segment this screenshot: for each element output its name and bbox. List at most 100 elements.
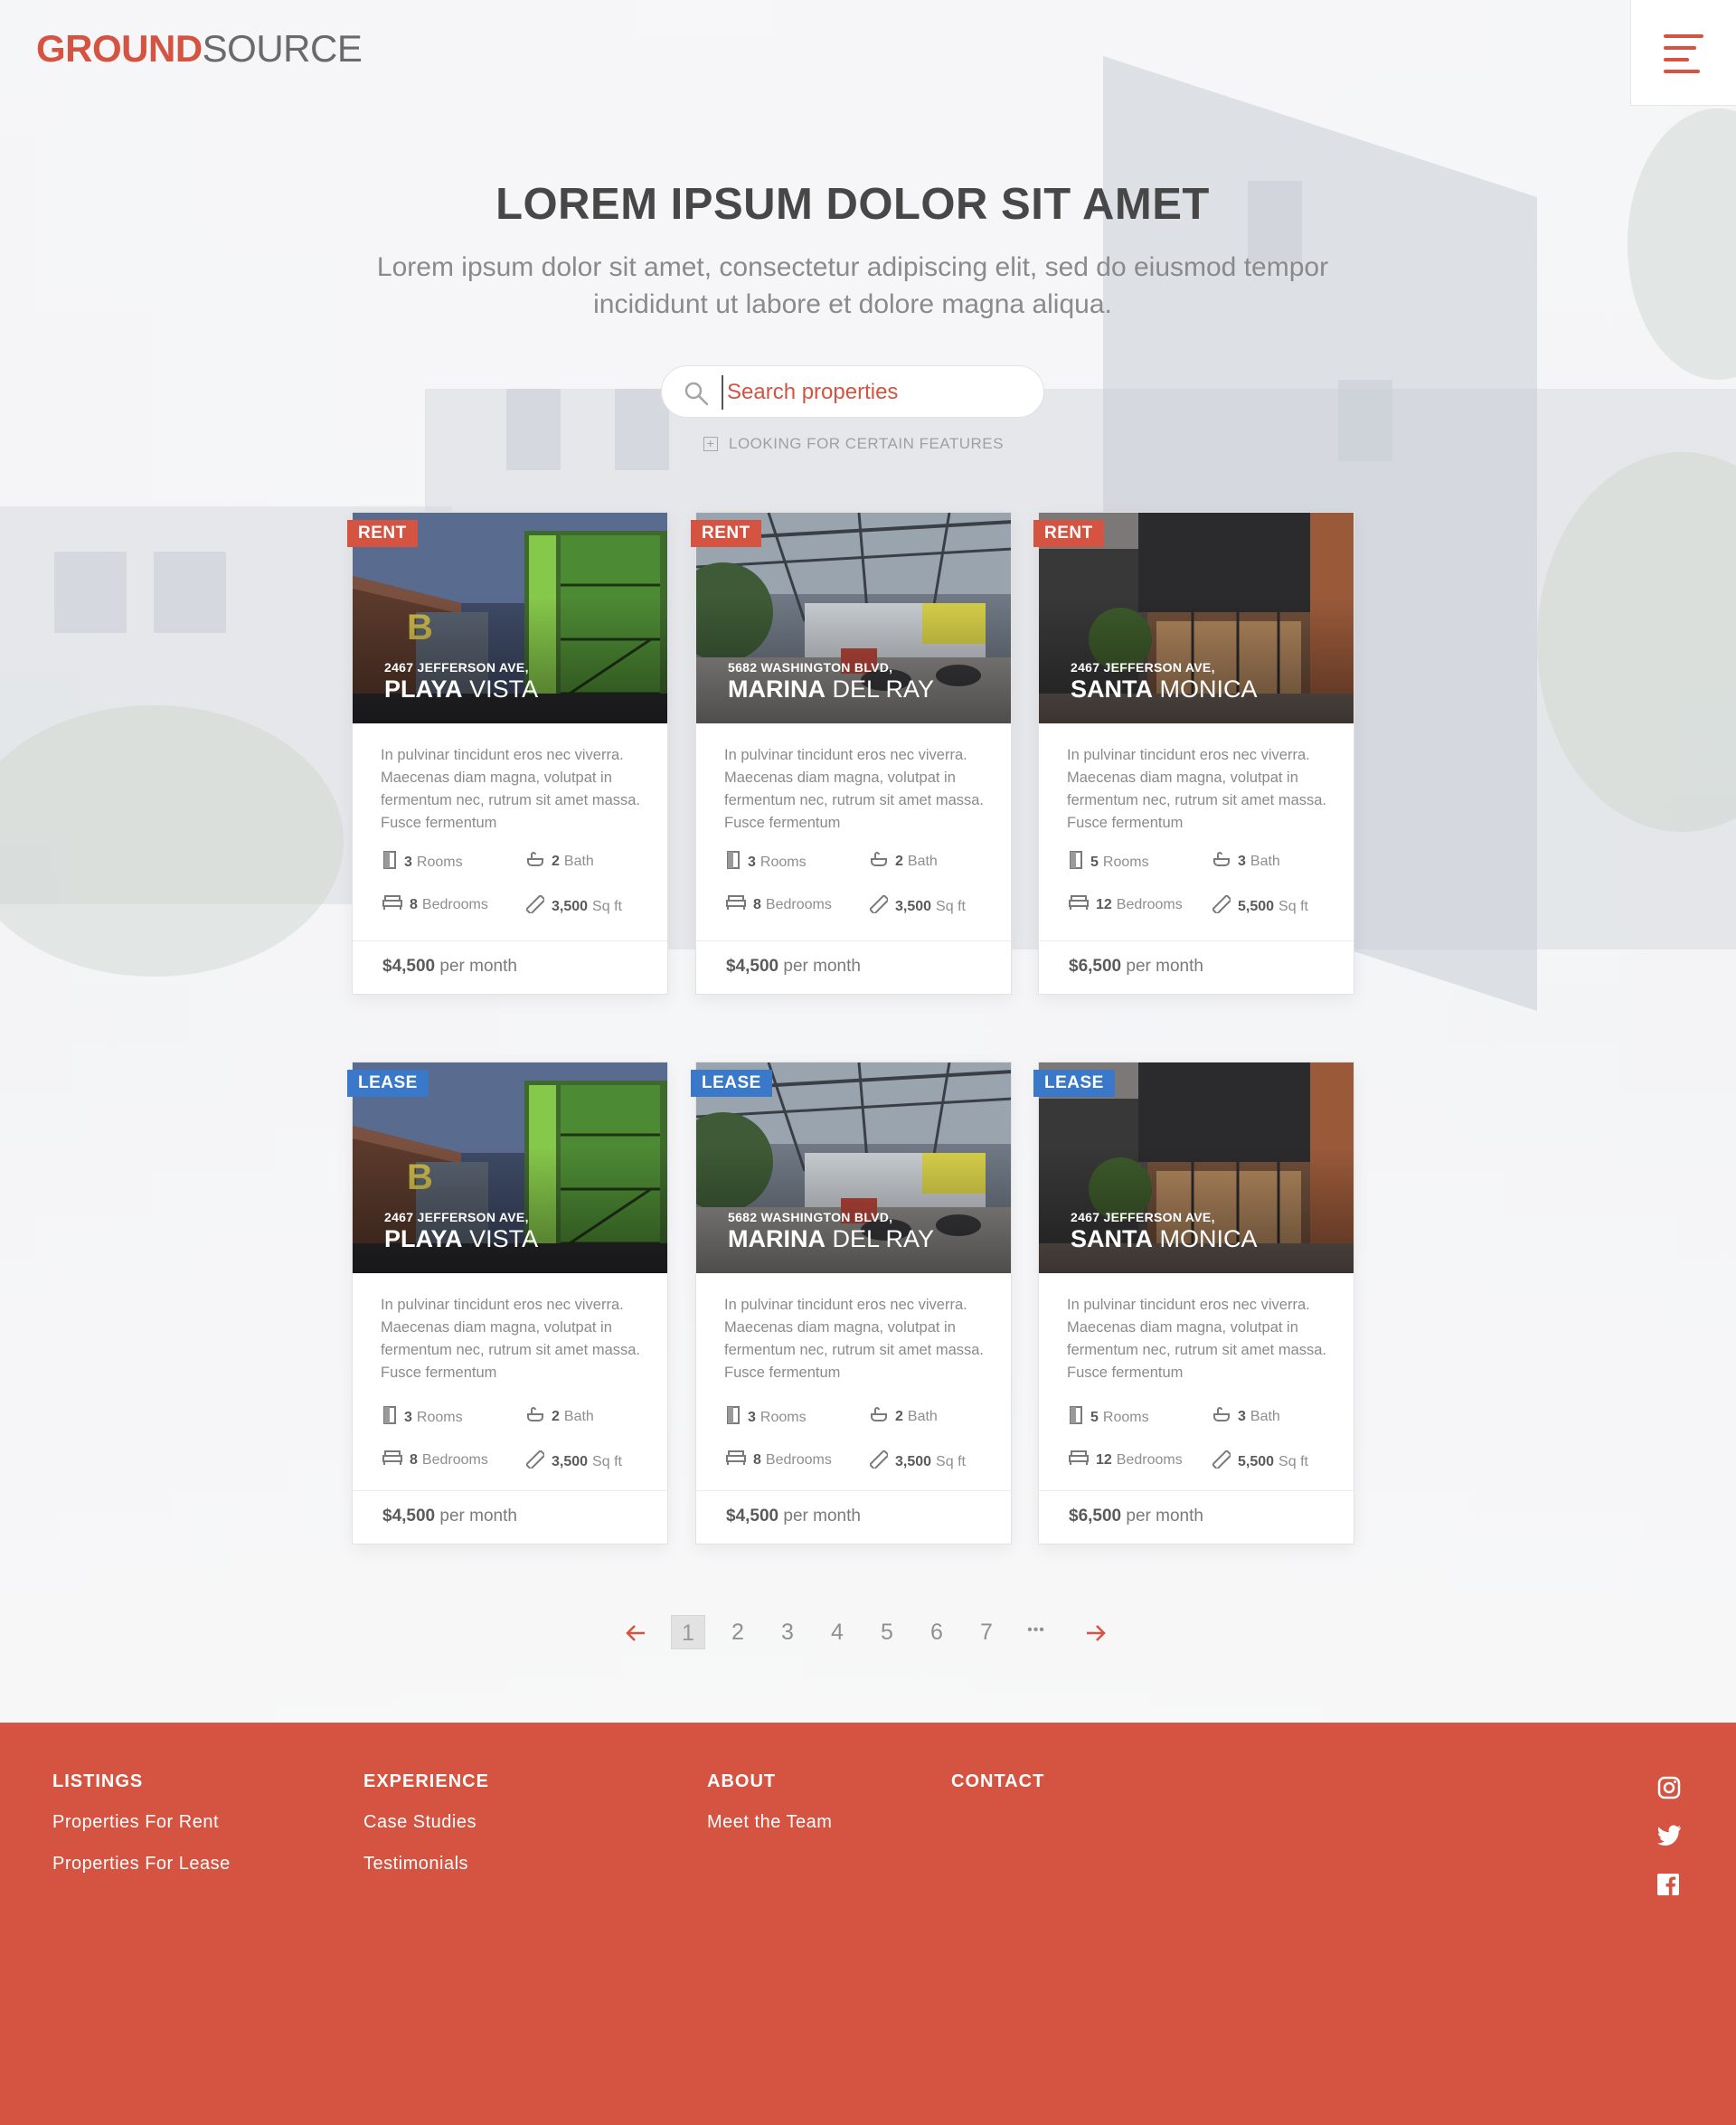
search-input[interactable] (722, 375, 1020, 410)
ruler-icon (868, 893, 895, 918)
rooms-label: Rooms (760, 854, 807, 870)
bedrooms-count: 8 (753, 896, 761, 912)
listing-address: 2467 JEFFERSON AVE, (384, 660, 529, 675)
listing-card[interactable]: 2467 JEFFERSON AVE, SANTA MONICA LEASE I… (1033, 1062, 1354, 1544)
rooms-stat: 5 Rooms (1069, 1406, 1149, 1429)
ruler-icon (1211, 893, 1238, 918)
card-divider (1039, 1490, 1354, 1491)
card-divider (353, 1490, 667, 1491)
ruler-icon (524, 893, 552, 918)
listing-price: $4,500 per month (726, 957, 861, 977)
listing-description: In pulvinar tincidunt eros nec viverra. … (724, 1297, 985, 1381)
footer-link[interactable]: Properties For Rent (52, 1812, 231, 1833)
arrow-right-icon[interactable] (1085, 1623, 1107, 1643)
listing-city-bold: SANTA (1071, 1225, 1153, 1252)
bath-stat: 2 Bath (526, 1406, 594, 1427)
price-amount: $4,500 (726, 1506, 779, 1525)
door-icon (726, 851, 748, 874)
page-number[interactable]: 1 (671, 1615, 705, 1649)
bath-count: 3 (1238, 853, 1246, 869)
search-icon (684, 382, 709, 406)
rooms-count: 5 (1090, 1409, 1099, 1425)
listing-card[interactable]: B 2467 JEFFERSON AVE, PLAYA VISTA RENT I… (347, 512, 668, 995)
footer-link[interactable]: Testimonials (363, 1854, 489, 1875)
bed-icon (382, 895, 410, 914)
page-subtitle: Lorem ipsum dolor sit amet, consectetur … (376, 252, 1329, 319)
bedrooms-stat: 12 Bedrooms (1069, 1450, 1183, 1469)
rooms-count: 3 (748, 1409, 756, 1425)
listing-address: 5682 WASHINGTON BLVD, (728, 660, 893, 675)
page-number[interactable]: 6 (920, 1615, 954, 1649)
page-number[interactable]: 7 (969, 1615, 1004, 1649)
page-ellipsis[interactable]: ••• (1019, 1615, 1053, 1649)
listing-city: PLAYA VISTA (384, 675, 538, 704)
rooms-stat: 3 Rooms (382, 1406, 463, 1429)
area-value: 3,500 (552, 1453, 589, 1469)
listing-description: In pulvinar tincidunt eros nec viverra. … (381, 1297, 641, 1381)
page-title: LOREM IPSUM DOLOR SIT AMET (495, 180, 1210, 229)
page-number[interactable]: 4 (820, 1615, 854, 1649)
rooms-label: Rooms (1102, 854, 1149, 870)
listing-city: SANTA MONICA (1071, 675, 1258, 704)
footer-heading: EXPERIENCE (363, 1771, 489, 1791)
listing-city-light: VISTA (469, 675, 539, 703)
listing-address: 5682 WASHINGTON BLVD, (728, 1210, 893, 1224)
bath-count: 2 (895, 853, 903, 869)
bath-label: Bath (907, 1408, 938, 1424)
listing-price: $6,500 per month (1069, 957, 1203, 977)
footer-link[interactable]: Case Studies (363, 1812, 489, 1833)
facebook-icon[interactable] (1656, 1873, 1680, 1896)
brand-logo-light: SOURCE (202, 27, 363, 70)
listing-type-badge: RENT (1033, 520, 1104, 547)
brand-logo[interactable]: GROUNDSOURCE (36, 27, 363, 71)
listing-description: In pulvinar tincidunt eros nec viverra. … (1067, 747, 1327, 831)
footer-heading: LISTINGS (52, 1771, 144, 1791)
bathtub-icon (526, 851, 552, 872)
bedrooms-label: Bedrooms (1116, 1451, 1183, 1468)
bed-icon (726, 1450, 753, 1469)
bedrooms-label: Bedrooms (421, 1451, 488, 1468)
bathtub-icon (870, 851, 895, 872)
page-number[interactable]: 5 (870, 1615, 904, 1649)
listing-type-badge: RENT (347, 520, 418, 547)
rooms-stat: 3 Rooms (726, 851, 807, 874)
door-icon (382, 851, 404, 874)
bedrooms-stat: 12 Bedrooms (1069, 895, 1183, 914)
listing-city-bold: MARINA (728, 1225, 826, 1252)
twitter-icon[interactable] (1656, 1825, 1682, 1846)
listing-card[interactable]: 5682 WASHINGTON BLVD, MARINA DEL RAY LEA… (691, 1062, 1012, 1544)
arrow-left-icon[interactable] (625, 1623, 646, 1643)
rooms-count: 5 (1090, 854, 1099, 870)
footer-col-listings: LISTINGS Properties For Rent Properties … (52, 1771, 231, 1895)
area-label: Sq ft (592, 1453, 622, 1469)
footer-link[interactable]: Properties For Lease (52, 1854, 231, 1875)
listing-card[interactable]: B 2467 JEFFERSON AVE, PLAYA VISTA LEASE … (347, 1062, 668, 1544)
bedrooms-count: 8 (753, 1451, 761, 1468)
listing-card[interactable]: 5682 WASHINGTON BLVD, MARINA DEL RAY REN… (691, 512, 1012, 995)
listing-address: 2467 JEFFERSON AVE, (384, 1210, 529, 1224)
menu-button[interactable] (1630, 0, 1736, 106)
bed-icon (1069, 1450, 1096, 1469)
listing-city-light: MONICA (1159, 675, 1258, 703)
area-value: 3,500 (895, 1453, 932, 1469)
rooms-count: 3 (404, 1409, 412, 1425)
rooms-label: Rooms (760, 1409, 807, 1425)
instagram-icon[interactable] (1656, 1775, 1682, 1800)
price-amount: $4,500 (726, 957, 779, 976)
page-number[interactable]: 2 (721, 1615, 755, 1649)
ruler-icon (1211, 1449, 1238, 1473)
listing-type-badge: LEASE (691, 1070, 772, 1097)
bedrooms-stat: 8 Bedrooms (726, 1450, 832, 1469)
footer-heading-link[interactable]: CONTACT (951, 1771, 1044, 1792)
ruler-icon (868, 1449, 895, 1473)
listing-card[interactable]: 2467 JEFFERSON AVE, SANTA MONICA RENT In… (1033, 512, 1354, 995)
footer-link[interactable]: Meet the Team (707, 1812, 832, 1833)
area-label: Sq ft (936, 898, 966, 914)
footer-col-about: ABOUT Meet the Team (707, 1771, 832, 1854)
search-box[interactable] (661, 365, 1044, 418)
listing-city-bold: PLAYA (384, 1225, 463, 1252)
area-stat: 3,500 Sq ft (868, 893, 966, 918)
page-number[interactable]: 3 (770, 1615, 805, 1649)
feature-filter-toggle[interactable]: + LOOKING FOR CERTAIN FEATURES (703, 434, 1004, 454)
area-value: 3,500 (552, 898, 589, 914)
